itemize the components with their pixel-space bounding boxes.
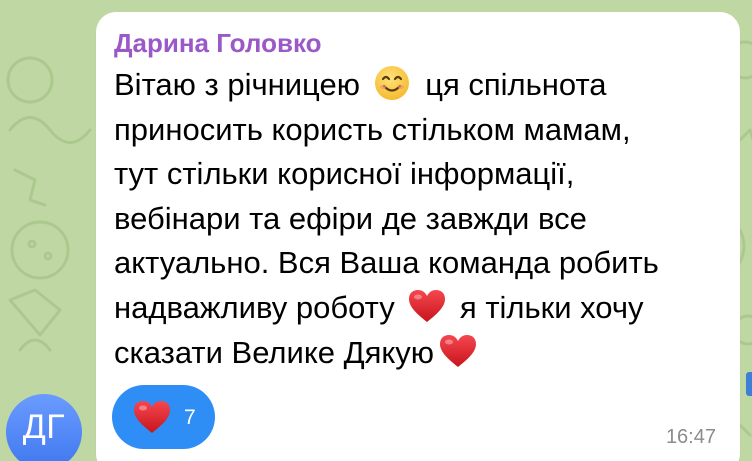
message-line: надважливу роботу я тільки хочу bbox=[114, 286, 734, 331]
reaction-count: 7 bbox=[184, 405, 196, 429]
smiling-face-icon bbox=[374, 66, 409, 100]
message-text-segment: тут стільки корисної інформації, bbox=[114, 156, 575, 192]
message-line: вебінари та ефіри де завжди все bbox=[114, 197, 734, 242]
avatar-initials: ДГ bbox=[22, 407, 66, 446]
heart-icon bbox=[409, 289, 446, 322]
heart-icon bbox=[440, 334, 477, 367]
avatar[interactable]: ДГ bbox=[6, 394, 82, 461]
message-line: приносить користь стільком мамам, bbox=[114, 108, 734, 153]
message-text-segment: Вітаю з річницею bbox=[114, 67, 369, 102]
sender-name[interactable]: Дарина Головко bbox=[114, 27, 322, 59]
message-bubble[interactable]: Дарина Головко Вітаю з річницею ця спіль… bbox=[96, 12, 740, 461]
scroll-indicator[interactable] bbox=[746, 372, 752, 396]
message-text-segment: актуально. Вся Ваша команда робить bbox=[114, 245, 659, 281]
message-line: сказати Велике Дякую bbox=[114, 331, 734, 376]
message-line: актуально. Вся Ваша команда робить bbox=[114, 241, 734, 286]
message-text-segment: вебінари та ефіри де завжди все bbox=[114, 200, 587, 236]
message-text-segment: надважливу роботу bbox=[114, 289, 404, 325]
message-text-segment: я тільки хочу bbox=[451, 289, 644, 325]
message-time: 16:47 bbox=[665, 426, 716, 448]
message-text: Вітаю з річницею ця спільнота приносить к… bbox=[114, 63, 734, 375]
heart-icon bbox=[134, 401, 170, 433]
message-text-segment: сказати Велике Дякую bbox=[114, 334, 435, 370]
message-text-segment: приносить користь стільком мамам, bbox=[114, 111, 631, 147]
message-line: Вітаю з річницею ця спільнота bbox=[114, 63, 734, 108]
message-text-segment: ця спільнота bbox=[416, 67, 607, 102]
reaction-button[interactable]: 7 bbox=[112, 385, 215, 449]
message-line: тут стільки корисної інформації, bbox=[114, 152, 734, 197]
